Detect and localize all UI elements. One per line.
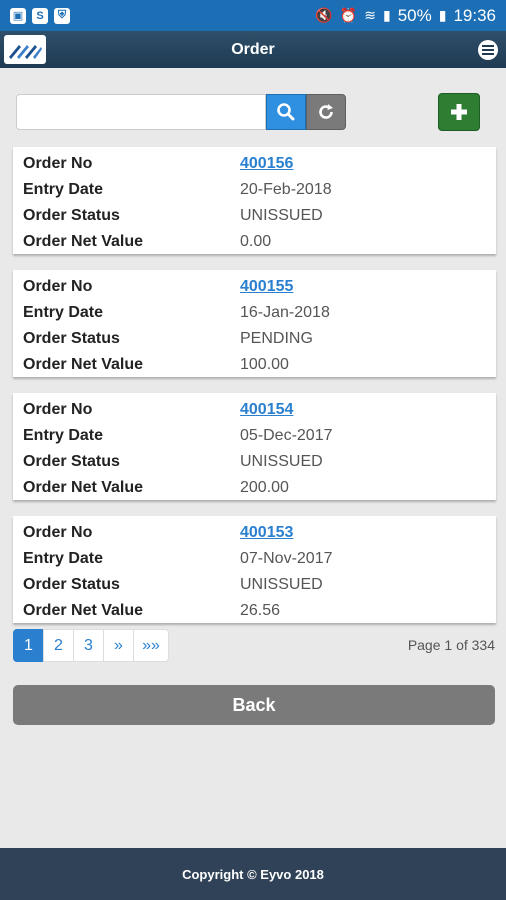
wifi-icon: ≋	[364, 7, 376, 23]
footer: Copyright © Eyvo 2018	[0, 848, 506, 900]
alarm-icon: ⏰	[339, 7, 358, 23]
order-status-label: Order Status	[23, 576, 120, 593]
order-net-value: 200.00	[240, 479, 289, 496]
entry-date-label: Entry Date	[23, 427, 104, 444]
order-status-value: UNISSUED	[240, 207, 323, 224]
order-net-value-label: Order Net Value	[23, 233, 144, 250]
page-info: Page 1 of 334	[407, 637, 495, 653]
copyright-text: Copyright © Eyvo 2018	[182, 866, 324, 882]
order-no-label: Order No	[23, 524, 93, 541]
order-status-value: UNISSUED	[240, 576, 323, 593]
order-no-link[interactable]: 400156	[240, 155, 293, 173]
gallery-notification-icon: ▣	[10, 7, 26, 24]
search-button[interactable]	[266, 94, 306, 130]
order-no-label: Order No	[23, 278, 93, 295]
entry-date-label: Entry Date	[23, 550, 104, 567]
last-page-button[interactable]: »»	[133, 629, 169, 662]
order-no-link[interactable]: 400155	[240, 278, 293, 296]
back-button[interactable]: Back	[13, 685, 495, 725]
entry-date-value: 20-Feb-2018	[240, 181, 332, 198]
order-no-link[interactable]: 400153	[240, 524, 293, 542]
pagination: 1 2 3 » »»	[13, 629, 169, 662]
order-net-value: 0.00	[240, 233, 272, 250]
order-net-value-label: Order Net Value	[23, 602, 144, 619]
order-status-value: PENDING	[240, 330, 313, 347]
order-status-label: Order Status	[23, 207, 120, 224]
order-net-value: 100.00	[240, 356, 289, 373]
battery-icon: ▮	[438, 7, 447, 23]
plus-icon	[451, 104, 467, 120]
system-status-bar: ▣ S ⛨ 🔇 ⏰ ≋ ▮ 50% ▮ 19:36	[0, 0, 506, 31]
entry-date-value: 05-Dec-2017	[240, 427, 333, 444]
page-button-1[interactable]: 1	[13, 629, 44, 662]
entry-date-label: Entry Date	[23, 304, 104, 321]
page-title: Order	[231, 40, 275, 58]
battery-level: 50%	[397, 5, 432, 25]
order-net-value-label: Order Net Value	[23, 356, 144, 373]
order-card: Order No 400155 Entry Date 16-Jan-2018 Ord…	[13, 270, 496, 377]
mute-icon: 🔇	[315, 7, 333, 23]
entry-date-label: Entry Date	[23, 181, 104, 198]
order-card: Order No 400153 Entry Date 07-Nov-2017 Ord…	[13, 516, 496, 623]
entry-date-value: 16-Jan-2018	[240, 304, 330, 321]
order-no-label: Order No	[23, 401, 93, 418]
search-icon	[277, 103, 295, 121]
search-input[interactable]	[16, 94, 266, 130]
order-card: Order No 400154 Entry Date 05-Dec-2017 Ord…	[13, 393, 496, 500]
order-net-value-label: Order Net Value	[23, 479, 144, 496]
order-status-label: Order Status	[23, 453, 120, 470]
order-card: Order No 400156 Entry Date 20-Feb-2018 Ord…	[13, 147, 496, 254]
clock: 19:36	[453, 5, 496, 25]
add-order-button[interactable]	[438, 93, 480, 131]
page-button-3[interactable]: 3	[73, 629, 104, 662]
hamburger-menu-icon[interactable]	[478, 40, 498, 60]
order-no-link[interactable]: 400154	[240, 401, 293, 419]
refresh-icon	[319, 104, 333, 119]
app-header: Order	[0, 31, 506, 68]
order-status-value: UNISSUED	[240, 453, 323, 470]
order-no-label: Order No	[23, 155, 93, 172]
order-list: Order No 400156 Entry Date 20-Feb-2018 Ord…	[13, 147, 496, 639]
entry-date-value: 07-Nov-2017	[240, 550, 333, 567]
eyvo-logo-icon[interactable]	[4, 35, 46, 64]
next-page-button[interactable]: »	[103, 629, 134, 662]
order-status-label: Order Status	[23, 330, 120, 347]
shield-notification-icon: ⛨	[54, 7, 70, 24]
signal-icon: ▮	[382, 7, 391, 23]
skype-notification-icon: S	[32, 7, 48, 24]
order-net-value: 26.56	[240, 602, 281, 619]
refresh-button[interactable]	[306, 94, 346, 130]
page-button-2[interactable]: 2	[43, 629, 74, 662]
search-row	[16, 92, 480, 132]
